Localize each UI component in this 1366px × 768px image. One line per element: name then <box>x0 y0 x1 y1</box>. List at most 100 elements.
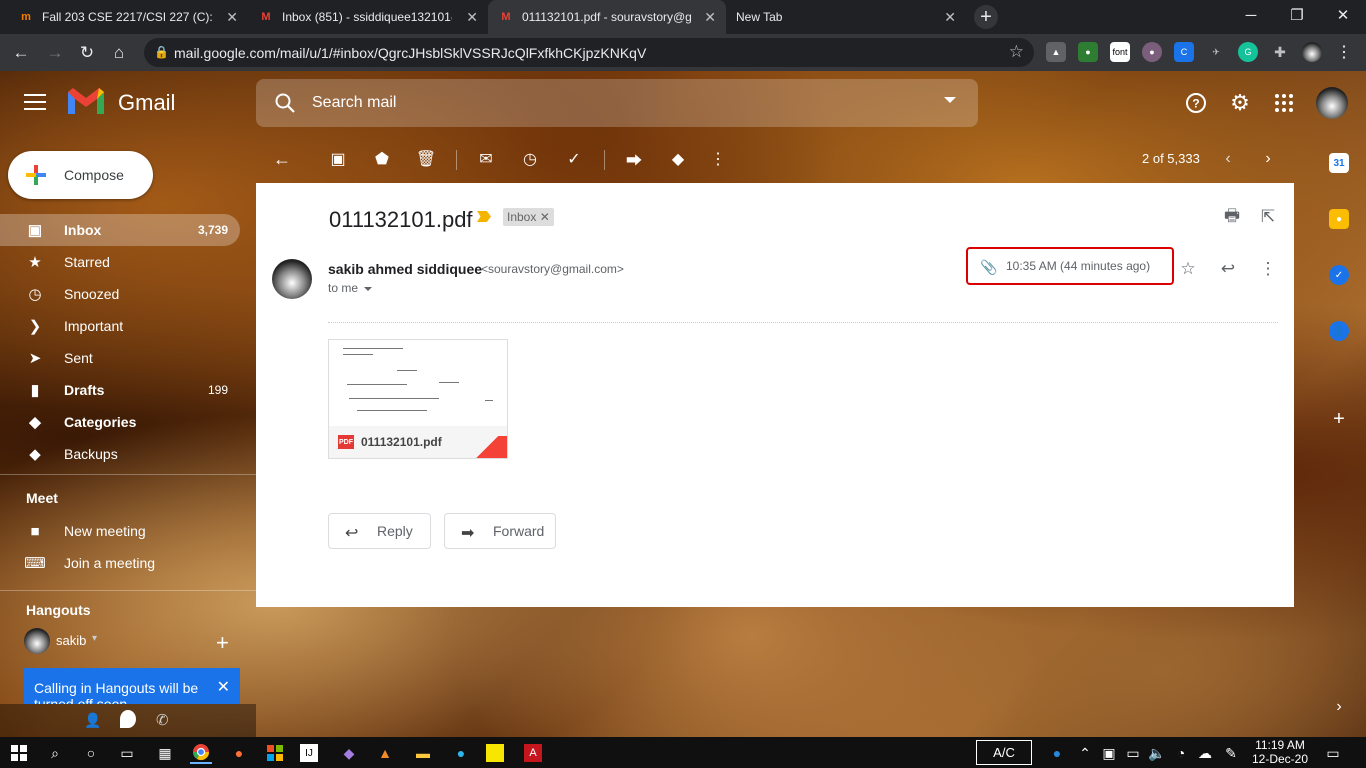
close-tab-icon[interactable]: ✕ <box>226 9 238 26</box>
back-button[interactable]: ← <box>8 40 34 66</box>
move-to-icon[interactable]: ⮕ <box>624 150 644 170</box>
onedrive-icon[interactable]: ☁ <box>1194 742 1216 764</box>
edge-icon[interactable]: ● <box>450 742 472 764</box>
task-view-icon[interactable]: ▭ <box>116 742 138 764</box>
close-tab-icon[interactable]: ✕ <box>704 9 716 26</box>
add-task-icon[interactable]: ✓ <box>564 150 584 168</box>
archive-icon[interactable]: ▣ <box>328 150 348 168</box>
more-actions-icon[interactable]: ⋮ <box>1258 259 1278 279</box>
bookmark-star-icon[interactable]: ☆ <box>1009 42 1024 62</box>
hangouts-user-avatar[interactable] <box>24 628 50 654</box>
store-icon[interactable] <box>264 742 286 764</box>
sidebar-item-starred[interactable]: ★ Starred <box>0 246 240 278</box>
account-avatar[interactable] <box>1316 87 1348 119</box>
remove-label-icon[interactable]: ✕ <box>540 210 550 224</box>
report-spam-icon[interactable]: ⬟ <box>372 150 392 168</box>
grammarly-icon[interactable]: G <box>1238 42 1258 62</box>
volume-icon[interactable]: 🔈 <box>1146 742 1168 764</box>
tab-email-active[interactable]: M 011132101.pdf - souravstory@gm ✕ <box>488 0 726 34</box>
open-new-window-icon[interactable]: ⇱ <box>1258 207 1278 227</box>
sidebar-item-backups[interactable]: ◆ Backups <box>0 438 240 470</box>
hangouts-user-name[interactable]: sakib <box>56 633 86 648</box>
search-input[interactable]: Search mail <box>312 94 396 112</box>
older-icon[interactable]: › <box>1258 150 1278 168</box>
search-icon[interactable] <box>274 92 296 114</box>
sidebar-item-inbox[interactable]: ▣ Inbox 3,739 <box>0 214 240 246</box>
calendar-icon[interactable]: 31 <box>1329 153 1349 173</box>
back-to-inbox-icon[interactable]: ← <box>272 149 292 169</box>
search-bar[interactable]: Search mail <box>256 79 978 127</box>
snooze-icon[interactable]: ◷ <box>520 150 540 168</box>
star-icon[interactable]: ☆ <box>1178 259 1198 279</box>
c-ext-icon[interactable]: C <box>1174 42 1194 62</box>
sender-name[interactable]: sakib ahmed siddiquee <box>328 261 482 277</box>
chevron-down-icon[interactable]: ▾ <box>92 633 97 644</box>
search-icon[interactable]: ⌕ <box>44 742 66 764</box>
ext-circle-icon[interactable]: ● <box>1142 42 1162 62</box>
search-options-icon[interactable] <box>944 97 956 103</box>
maximize-button[interactable]: ❐ <box>1274 0 1320 30</box>
battery-icon[interactable]: ▭ <box>1122 742 1144 764</box>
ac-indicator[interactable]: A/C <box>976 740 1032 765</box>
help-icon[interactable]: ? <box>1184 91 1208 115</box>
add-addon-icon[interactable]: + <box>1329 408 1349 430</box>
contacts-icon[interactable]: 👤 <box>84 712 101 729</box>
attachment-card[interactable]: PDF 011132101.pdf <box>328 339 508 459</box>
main-menu-icon[interactable] <box>24 94 46 115</box>
keep-icon[interactable]: ● <box>1329 209 1349 229</box>
calculator-icon[interactable]: ▦ <box>154 742 176 764</box>
join-meeting-item[interactable]: ⌨ Join a meeting <box>0 547 240 579</box>
contacts-icon[interactable]: 👤 <box>1329 321 1349 341</box>
newer-icon[interactable]: ‹ <box>1218 150 1238 168</box>
forward-button[interactable]: ➡ Forward <box>444 513 556 549</box>
tasks-icon[interactable]: ✓ <box>1329 265 1349 285</box>
settings-gear-icon[interactable]: ⚙ <box>1228 90 1252 115</box>
new-tab-button[interactable]: + <box>974 5 998 29</box>
tab-course[interactable]: m Fall 203 CSE 2217/CSI 227 (C): M ✕ <box>8 0 248 34</box>
reply-icon[interactable]: ↩ <box>1218 259 1238 279</box>
acrobat-icon[interactable]: A <box>524 744 542 762</box>
color-ext-icon[interactable]: ● <box>1078 42 1098 62</box>
notification-icon[interactable]: ▭ <box>1322 742 1344 764</box>
tool-ext-icon[interactable]: ✈ <box>1206 42 1226 62</box>
tray-up-icon[interactable]: ⌃ <box>1074 742 1096 764</box>
close-tab-icon[interactable]: ✕ <box>466 9 478 26</box>
tray-app-icon[interactable]: ▣ <box>1098 742 1120 764</box>
sidebar-item-categories[interactable]: ◆ Categories <box>0 406 240 438</box>
tab-inbox[interactable]: M Inbox (851) - ssiddiquee132101@ ✕ <box>248 0 488 34</box>
drive-ext-icon[interactable]: ▲ <box>1046 42 1066 62</box>
mark-unread-icon[interactable]: ✉ <box>476 150 496 168</box>
sidebar-item-drafts[interactable]: ▮ Drafts 199 <box>0 374 240 406</box>
add-hangout-icon[interactable]: + <box>216 630 229 656</box>
close-icon[interactable]: ✕ <box>217 677 230 697</box>
visual-studio-icon[interactable]: ◆ <box>338 742 360 764</box>
close-window-button[interactable]: ✕ <box>1320 0 1366 30</box>
firefox-icon[interactable]: ● <box>228 742 250 764</box>
phone-icon[interactable]: ✆ <box>156 711 169 729</box>
delete-icon[interactable]: 🗑 <box>416 150 436 168</box>
apps-grid-icon[interactable] <box>1272 91 1296 115</box>
sidebar-item-sent[interactable]: ➤ Sent <box>0 342 240 374</box>
minimize-button[interactable]: ─ <box>1228 0 1274 30</box>
chat-bubble-icon[interactable] <box>120 710 136 728</box>
chrome-icon[interactable] <box>190 742 212 764</box>
forward-button[interactable]: → <box>42 40 68 66</box>
recipient-details[interactable]: to me <box>328 281 373 295</box>
font-ext-icon[interactable]: font <box>1110 42 1130 62</box>
menu-dots-icon[interactable]: ⋮ <box>1334 42 1354 62</box>
print-icon[interactable]: 🖶 <box>1222 206 1242 227</box>
intellij-icon[interactable]: IJ <box>300 744 318 762</box>
cortana-icon[interactable]: ○ <box>80 742 102 764</box>
reload-button[interactable]: ↻ <box>74 40 100 66</box>
more-options-icon[interactable]: ⋮ <box>708 150 728 168</box>
windows-start-icon[interactable] <box>8 742 30 764</box>
taskbar-clock[interactable]: 11:19 AM 12-Dec-20 <box>1250 738 1310 766</box>
tab-new[interactable]: New Tab ✕ <box>726 0 966 34</box>
labels-icon[interactable]: ◆ <box>668 150 688 168</box>
sender-avatar[interactable] <box>272 259 312 299</box>
help-tray-icon[interactable]: ● <box>1046 742 1068 764</box>
important-marker-icon[interactable] <box>477 211 491 222</box>
compose-button[interactable]: Compose <box>8 151 153 199</box>
chevron-down-icon[interactable] <box>364 286 373 291</box>
url-bar[interactable]: 🔒 mail.google.com/mail/u/1/#inbox/QgrcJH… <box>144 38 1034 67</box>
